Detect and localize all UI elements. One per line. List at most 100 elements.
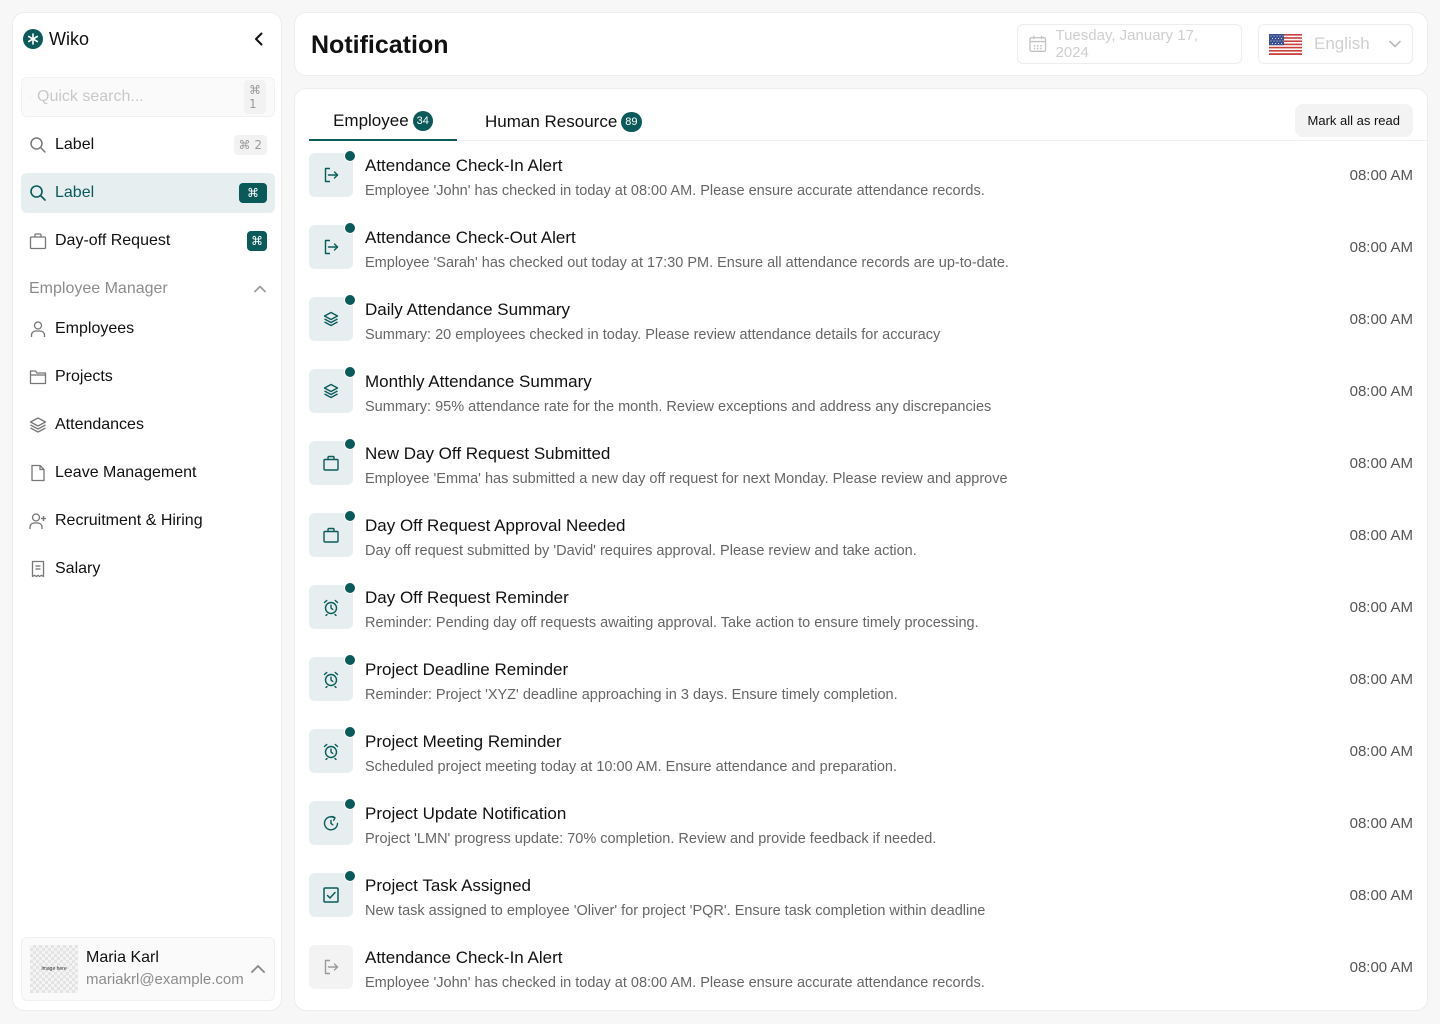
header: Notification Tuesday, January 17, 2024 E… bbox=[294, 12, 1428, 76]
search-icon bbox=[30, 96, 31, 98]
mark-all-read-button[interactable]: Mark all as read bbox=[1294, 104, 1413, 137]
sidebar-item-projects[interactable]: Projects bbox=[21, 357, 275, 397]
notification-item[interactable]: Project Task Assigned New task assigned … bbox=[309, 861, 1413, 933]
notification-item[interactable]: Day Off Request Reminder Reminder: Pendi… bbox=[309, 573, 1413, 645]
notification-title: Project Update Notification bbox=[365, 804, 567, 823]
bag-icon bbox=[322, 454, 340, 472]
date-value: Tuesday, January 17, 2024 bbox=[1055, 27, 1199, 61]
notification-item[interactable]: Daily Attendance Summary Summary: 20 emp… bbox=[309, 285, 1413, 357]
notification-title: Project Task Assigned bbox=[365, 876, 531, 895]
notification-item[interactable]: Project Update Notification Project 'LMN… bbox=[309, 789, 1413, 861]
notification-title: Project Meeting Reminder bbox=[365, 732, 562, 751]
notification-description: Day off request submitted by 'David' req… bbox=[365, 543, 917, 559]
sidebar-item-recruitment-hiring[interactable]: Recruitment & Hiring bbox=[21, 501, 275, 541]
language-value: English bbox=[1314, 34, 1370, 53]
user-email: mariakrl@example.com bbox=[86, 971, 244, 988]
notification-icon-box bbox=[309, 150, 356, 197]
sidebar-item-salary[interactable]: Salary bbox=[21, 549, 275, 589]
sidebar-item-attendances[interactable]: Attendances bbox=[21, 405, 275, 445]
notification-description: Employee 'John' has checked in today at … bbox=[365, 183, 985, 199]
notification-title: Project Deadline Reminder bbox=[365, 660, 569, 679]
unread-indicator bbox=[344, 222, 356, 234]
bag-icon bbox=[29, 232, 47, 250]
layers-icon bbox=[29, 416, 47, 434]
notification-item[interactable]: Monthly Attendance Summary Summary: 95% … bbox=[309, 357, 1413, 429]
notification-description: New task assigned to employee 'Oliver' f… bbox=[365, 903, 986, 919]
file-icon bbox=[29, 464, 47, 482]
unread-indicator bbox=[344, 510, 356, 522]
tab-human-resource[interactable]: Human Resource 89 bbox=[485, 103, 642, 141]
checkbox-icon bbox=[322, 886, 340, 904]
sidebar-item-label: Attendances bbox=[55, 416, 144, 433]
notification-item[interactable]: Project Deadline Reminder Reminder: Proj… bbox=[309, 645, 1413, 717]
notification-list: Attendance Check-In Alert Employee 'John… bbox=[309, 141, 1413, 1005]
sidebar-item-day-off-request[interactable]: Day-off Request ⌘ bbox=[21, 221, 275, 261]
notification-time: 08:00 AM bbox=[1349, 239, 1413, 256]
notification-icon-box bbox=[309, 222, 356, 269]
notification-item[interactable]: Attendance Check-In Alert Employee 'John… bbox=[309, 141, 1413, 213]
sidebar-item-label: Label bbox=[55, 184, 95, 201]
us-flag-icon bbox=[1269, 33, 1302, 55]
unread-indicator bbox=[344, 438, 356, 450]
notification-title: Attendance Check-In Alert bbox=[365, 156, 563, 175]
search-icon bbox=[29, 184, 47, 202]
notification-title: Day Off Request Approval Needed bbox=[365, 516, 626, 535]
user-profile-menu[interactable]: Image here Maria Karl mariakrl@example.c… bbox=[21, 937, 275, 1001]
refresh-clock-icon bbox=[322, 814, 340, 832]
notification-description: Employee 'John' has checked in today at … bbox=[365, 975, 985, 991]
notification-description: Scheduled project meeting today at 10:00… bbox=[365, 759, 898, 775]
user-plus-icon bbox=[29, 512, 47, 530]
sidebar-item-label: Recruitment & Hiring bbox=[55, 512, 203, 529]
sidebar-item-leave-management[interactable]: Leave Management bbox=[21, 453, 275, 493]
quick-search-input[interactable] bbox=[37, 88, 244, 106]
tab-label: Human Resource bbox=[485, 112, 618, 131]
notification-description: Employee 'Sarah' has checked out today a… bbox=[365, 255, 1009, 271]
notification-time: 08:00 AM bbox=[1349, 671, 1413, 688]
alarm-icon bbox=[322, 598, 340, 616]
shortcut-badge: ⌘ bbox=[239, 183, 267, 203]
notification-item[interactable]: Attendance Check-In Alert Employee 'John… bbox=[309, 933, 1413, 1005]
shortcut-badge: ⌘ bbox=[247, 231, 267, 251]
unread-indicator bbox=[344, 870, 356, 882]
tab-employee[interactable]: Employee 34 bbox=[309, 103, 457, 141]
avatar: Image here bbox=[30, 945, 78, 993]
notification-title: Monthly Attendance Summary bbox=[365, 372, 592, 391]
brand: Wiko bbox=[23, 27, 89, 51]
sidebar-item-label-1[interactable]: Label ⌘ 2 bbox=[21, 125, 275, 165]
quick-search[interactable]: ⌘ 1 bbox=[21, 77, 275, 117]
notification-title: New Day Off Request Submitted bbox=[365, 444, 611, 463]
notification-item[interactable]: Project Meeting Reminder Scheduled proje… bbox=[309, 717, 1413, 789]
receipt-icon bbox=[29, 560, 47, 578]
language-select[interactable]: English bbox=[1258, 24, 1413, 64]
notification-time: 08:00 AM bbox=[1349, 887, 1413, 904]
alarm-icon bbox=[322, 742, 340, 760]
sidebar-item-label: Salary bbox=[55, 560, 101, 577]
notification-time: 08:00 AM bbox=[1349, 383, 1413, 400]
notification-icon-box bbox=[309, 654, 356, 701]
login-icon bbox=[322, 238, 340, 256]
date-picker[interactable]: Tuesday, January 17, 2024 bbox=[1017, 24, 1242, 64]
tab-bar: Employee 34 Human Resource 89 Mark all a… bbox=[309, 89, 1427, 141]
notification-title: Attendance Check-Out Alert bbox=[365, 228, 576, 247]
notification-icon-box bbox=[309, 582, 356, 629]
sidebar-item-label: Day-off Request bbox=[55, 232, 171, 249]
chevron-up-icon bbox=[254, 285, 266, 293]
section-employee-manager[interactable]: Employee Manager bbox=[21, 273, 275, 305]
unread-indicator bbox=[344, 150, 356, 162]
notification-icon-box bbox=[309, 294, 356, 341]
unread-indicator bbox=[344, 294, 356, 306]
collapse-sidebar-button[interactable] bbox=[249, 29, 269, 49]
unread-indicator bbox=[344, 366, 356, 378]
notification-item[interactable]: New Day Off Request Submitted Employee '… bbox=[309, 429, 1413, 501]
count-badge: 34 bbox=[412, 111, 433, 131]
notification-time: 08:00 AM bbox=[1349, 455, 1413, 472]
notification-item[interactable]: Day Off Request Approval Needed Day off … bbox=[309, 501, 1413, 573]
shortcut-badge: ⌘ 2 bbox=[233, 135, 267, 155]
notification-item[interactable]: Attendance Check-Out Alert Employee 'Sar… bbox=[309, 213, 1413, 285]
section-title: Employee Manager bbox=[29, 280, 168, 297]
layers-icon bbox=[322, 382, 340, 400]
notification-time: 08:00 AM bbox=[1349, 311, 1413, 328]
notification-icon-box bbox=[309, 510, 356, 557]
sidebar-item-label-2[interactable]: Label ⌘ bbox=[21, 173, 275, 213]
sidebar-item-employees[interactable]: Employees bbox=[21, 309, 275, 349]
